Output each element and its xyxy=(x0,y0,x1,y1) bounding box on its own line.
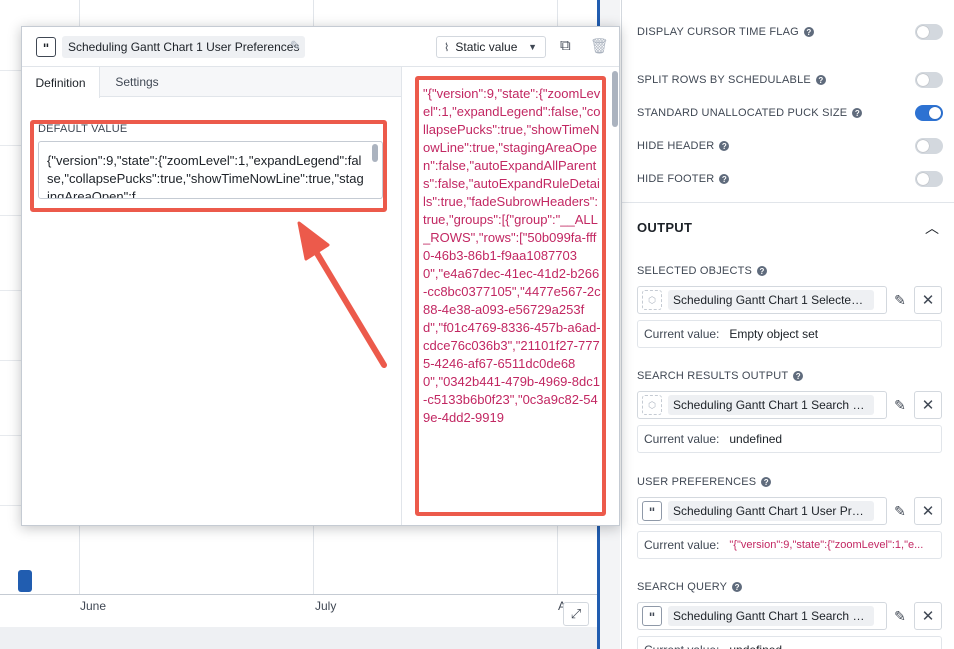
field-label-text: SELECTED OBJECTS xyxy=(637,265,753,277)
duplicate-icon[interactable]: ⧉ xyxy=(560,37,571,54)
field-label: SELECTED OBJECTS? xyxy=(637,265,768,277)
current-value: undefined xyxy=(729,643,782,649)
expand-icon: ⤢ xyxy=(570,606,582,621)
variable-selector[interactable]: " Scheduling Gantt Chart 1 User Prefer..… xyxy=(637,497,887,525)
toggle-row-hide-footer: HIDE FOOTER? xyxy=(637,171,943,187)
toggle-switch[interactable] xyxy=(915,24,943,40)
variable-editor-popover: " Scheduling Gantt Chart 1 User Preferen… xyxy=(21,26,620,526)
current-value-label: Current value: xyxy=(644,432,720,446)
current-value-row: Current value: undefined xyxy=(637,425,942,453)
pencil-icon[interactable]: ✎ xyxy=(887,292,913,309)
variable-name: Scheduling Gantt Chart 1 User Prefer... xyxy=(668,501,874,521)
annotation-highlight-box xyxy=(30,120,387,212)
quote-icon: " xyxy=(642,606,662,626)
value-type-label: Static value xyxy=(455,40,518,54)
object-set-icon: ⬡ xyxy=(642,395,662,415)
trash-icon[interactable]: 🗑 xyxy=(590,37,609,55)
toggle-label: DISPLAY CURSOR TIME FLAG xyxy=(637,26,799,38)
close-icon[interactable]: ✕ xyxy=(914,602,942,630)
toggle-switch[interactable] xyxy=(915,72,943,88)
user-preferences-row: " Scheduling Gantt Chart 1 User Prefer..… xyxy=(637,497,942,525)
function-icon: ⌇ xyxy=(444,41,450,54)
variable-name: Scheduling Gantt Chart 1 Search Query xyxy=(668,606,874,626)
divider xyxy=(622,202,954,203)
search-query-row: " Scheduling Gantt Chart 1 Search Query … xyxy=(637,602,942,630)
close-icon[interactable]: ✕ xyxy=(914,286,942,314)
close-icon[interactable]: ✕ xyxy=(914,497,942,525)
help-icon[interactable]: ? xyxy=(757,266,768,276)
tab-definition[interactable]: Definition xyxy=(22,67,100,98)
month-label: June xyxy=(80,599,107,613)
quote-icon: " xyxy=(36,37,56,57)
help-icon[interactable]: ? xyxy=(815,75,826,85)
current-value-label: Current value: xyxy=(644,538,720,552)
field-label: USER PREFERENCES? xyxy=(637,476,772,488)
variable-title[interactable]: Scheduling Gantt Chart 1 User Preference… xyxy=(62,36,306,58)
toggle-label: STANDARD UNALLOCATED PUCK SIZE xyxy=(637,107,848,119)
variable-name: Scheduling Gantt Chart 1 Search Res... xyxy=(668,395,874,415)
toggle-switch[interactable] xyxy=(915,105,943,121)
pencil-icon[interactable]: ✎ xyxy=(887,397,913,414)
current-value: Empty object set xyxy=(729,327,819,341)
tab-bar: Definition Settings xyxy=(22,67,401,98)
field-label: SEARCH RESULTS OUTPUT? xyxy=(637,370,804,382)
chevron-up-icon[interactable]: ︿ xyxy=(925,218,939,238)
object-set-icon: ⬡ xyxy=(642,290,662,310)
pencil-icon[interactable]: ✎ xyxy=(290,38,301,54)
selected-objects-row: ⬡ Scheduling Gantt Chart 1 Selected O...… xyxy=(637,286,942,314)
current-value-label: Current value: xyxy=(644,643,719,649)
popover-header: " Scheduling Gantt Chart 1 User Preferen… xyxy=(22,27,619,67)
toggle-row-display-cursor-time-flag: DISPLAY CURSOR TIME FLAG? xyxy=(637,24,943,40)
value-type-dropdown[interactable]: ⌇ Static value ▼ xyxy=(436,36,546,58)
field-label-text: USER PREFERENCES xyxy=(637,476,757,488)
caret-down-icon: ▼ xyxy=(528,42,537,52)
variable-name: Scheduling Gantt Chart 1 Selected O... xyxy=(668,290,874,310)
current-value-row: Current value: undefined xyxy=(637,636,942,649)
variable-selector[interactable]: ⬡ Scheduling Gantt Chart 1 Selected O... xyxy=(637,286,887,314)
toggle-row-standard-puck-size: STANDARD UNALLOCATED PUCK SIZE? xyxy=(637,105,943,121)
search-results-row: ⬡ Scheduling Gantt Chart 1 Search Res...… xyxy=(637,391,942,419)
field-label: SEARCH QUERY? xyxy=(637,581,743,593)
toggle-label: SPLIT ROWS BY SCHEDULABLE xyxy=(637,74,811,86)
month-label: July xyxy=(315,599,337,613)
preview-scrollbar[interactable] xyxy=(612,71,618,127)
close-icon[interactable]: ✕ xyxy=(914,391,942,419)
help-icon[interactable]: ? xyxy=(719,141,730,151)
quote-icon: " xyxy=(642,501,662,521)
help-icon[interactable]: ? xyxy=(719,174,730,184)
current-value: "{"version":9,"state":{"zoomLevel":1,"e.… xyxy=(729,539,924,551)
gantt-puck[interactable] xyxy=(18,570,32,592)
toggle-label: HIDE FOOTER xyxy=(637,173,715,185)
help-icon[interactable]: ? xyxy=(732,582,743,592)
expand-button[interactable]: ⤢ xyxy=(563,602,589,626)
field-label-text: SEARCH RESULTS OUTPUT xyxy=(637,370,789,382)
current-value: undefined xyxy=(729,432,783,446)
current-value-row: Current value: "{"version":9,"state":{"z… xyxy=(637,531,942,559)
help-icon[interactable]: ? xyxy=(803,27,814,37)
tab-settings[interactable]: Settings xyxy=(102,67,172,97)
toggle-label: HIDE HEADER xyxy=(637,140,715,152)
variable-selector[interactable]: ⬡ Scheduling Gantt Chart 1 Search Res... xyxy=(637,391,887,419)
pencil-icon[interactable]: ✎ xyxy=(887,608,913,625)
help-icon[interactable]: ? xyxy=(761,477,772,487)
horizontal-scrollbar[interactable] xyxy=(0,627,598,649)
pane-divider xyxy=(401,67,402,525)
toggle-switch[interactable] xyxy=(915,138,943,154)
timeline-axis xyxy=(0,594,598,595)
pencil-icon[interactable]: ✎ xyxy=(887,503,913,520)
help-icon[interactable]: ? xyxy=(852,108,863,118)
toggle-row-hide-header: HIDE HEADER? xyxy=(637,138,943,154)
annotation-highlight-box xyxy=(415,76,606,516)
variable-selector[interactable]: " Scheduling Gantt Chart 1 Search Query xyxy=(637,602,887,630)
help-icon[interactable]: ? xyxy=(793,371,804,381)
field-label-text: SEARCH QUERY xyxy=(637,581,728,593)
current-value-row: Current value: Empty object set xyxy=(637,320,942,348)
config-panel: DISPLAY CURSOR TIME FLAG? SPLIT ROWS BY … xyxy=(621,0,954,649)
section-title-output[interactable]: OUTPUT xyxy=(637,220,692,235)
toggle-switch[interactable] xyxy=(915,171,943,187)
current-value-label: Current value: xyxy=(644,327,720,341)
toggle-row-split-rows: SPLIT ROWS BY SCHEDULABLE? xyxy=(637,72,943,88)
